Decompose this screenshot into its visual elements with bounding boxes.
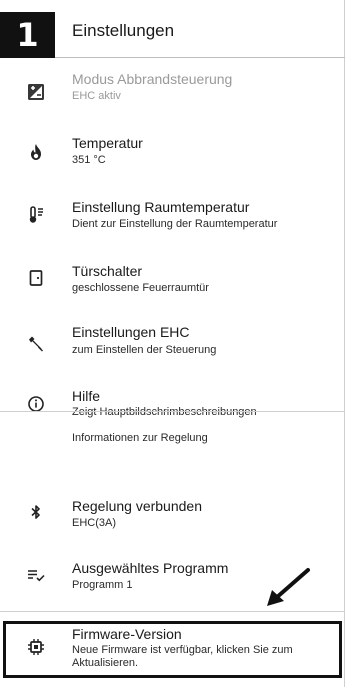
step-number-badge: 1 [0,12,55,58]
setting-item-subtitle: zum Einstellen der Steuerung [72,344,217,356]
info-item-subtitle: EHC(3A) [72,517,117,529]
door-icon [24,266,48,290]
setting-item-subtitle: Dient zur Einstellung der Raumtemperatur [72,218,278,230]
wrench-icon [24,332,48,356]
setting-item-title: Temperatur [72,135,143,151]
info-icon [24,392,48,416]
setting-item-help[interactable]: Hilfe Zeigt Hauptbildschrimbeschreibunge… [0,378,345,418]
setting-item-ehc-settings[interactable]: Einstellungen EHC zum Einstellen der Ste… [0,314,345,374]
setting-item-burn-mode: Modus Abbrandsteuerung EHC aktiv [0,58,345,118]
flame-icon [24,140,48,164]
firmware-highlight-box [3,621,342,678]
setting-item-title: Türschalter [72,263,143,279]
pointer-arrow-icon [267,568,310,606]
setting-item-title: Modus Abbrandsteuerung [72,71,233,87]
setting-item-subtitle: geschlossene Feuerraumtür [72,282,209,294]
thermometer-icon [24,203,48,227]
section-divider [0,411,345,412]
setting-item-temperature[interactable]: Temperatur 351 °C [0,122,345,182]
mode-icon [24,80,48,104]
setting-item-subtitle: EHC aktiv [72,90,121,102]
setting-item-subtitle: Zeigt Hauptbildschrimbeschreibungen [72,406,257,418]
page-title: Einstellungen [72,21,175,40]
setting-item-title: Einstellungen EHC [72,324,190,340]
info-item-title: Regelung verbunden [72,498,202,514]
setting-item-door-switch[interactable]: Türschalter geschlossene Feuerraumtür [0,250,345,310]
list-divider [0,611,345,612]
section-header: Informationen zur Regelung [72,432,208,444]
setting-item-title: Hilfe [72,388,101,404]
setting-item-room-temperature[interactable]: Einstellung Raumtemperatur Dient zur Ein… [0,186,345,246]
app-header: 1 Einstellungen [0,0,345,58]
info-item-subtitle: Programm 1 [72,579,133,591]
bluetooth-icon [24,500,48,524]
setting-item-subtitle: 351 °C [72,154,106,166]
playlist-check-icon [24,562,48,586]
setting-item-title: Einstellung Raumtemperatur [72,199,250,215]
info-item-title: Ausgewähltes Programm [72,560,229,576]
info-item-connection[interactable]: Regelung verbunden EHC(3A) [0,486,345,542]
